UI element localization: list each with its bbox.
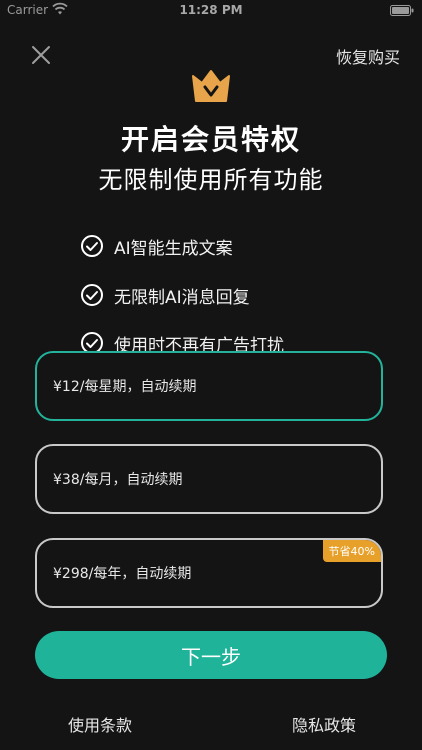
discount-badge: 节省40% bbox=[322, 540, 381, 562]
feature-label: AI智能生成文案 bbox=[114, 238, 233, 259]
feature-item: AI智能生成文案 bbox=[80, 232, 360, 260]
plan-option-monthly[interactable]: ¥38/每月，自动续期 bbox=[35, 444, 383, 514]
feature-item: 无限制AI消息回复 bbox=[80, 281, 360, 309]
plan-label: ¥12/每星期，自动续期 bbox=[53, 379, 197, 395]
close-icon[interactable] bbox=[28, 42, 54, 68]
battery-icon bbox=[390, 5, 414, 16]
page-subtitle: 无限制使用所有功能 bbox=[98, 166, 324, 194]
plan-label: ¥38/每月，自动续期 bbox=[53, 472, 183, 488]
plan-option-yearly[interactable]: ¥298/每年，自动续期 节省40% bbox=[35, 538, 383, 608]
check-circle-icon bbox=[81, 235, 103, 257]
check-circle-icon bbox=[81, 284, 103, 306]
restore-purchase-button[interactable]: 恢复购买 bbox=[336, 44, 400, 68]
feature-label: 无限制AI消息回复 bbox=[114, 287, 250, 308]
next-button[interactable]: 下一步 bbox=[35, 631, 387, 679]
status-bar: Carrier 11:28 PM bbox=[0, 0, 422, 22]
crown-icon bbox=[192, 70, 230, 102]
plan-label: ¥298/每年，自动续期 bbox=[53, 566, 192, 582]
page-title: 开启会员特权 bbox=[120, 123, 301, 156]
terms-link[interactable]: 使用条款 bbox=[68, 712, 132, 736]
status-time: 11:28 PM bbox=[179, 3, 243, 17]
plan-option-weekly[interactable]: ¥12/每星期，自动续期 bbox=[35, 351, 383, 421]
privacy-link[interactable]: 隐私政策 bbox=[292, 712, 356, 736]
